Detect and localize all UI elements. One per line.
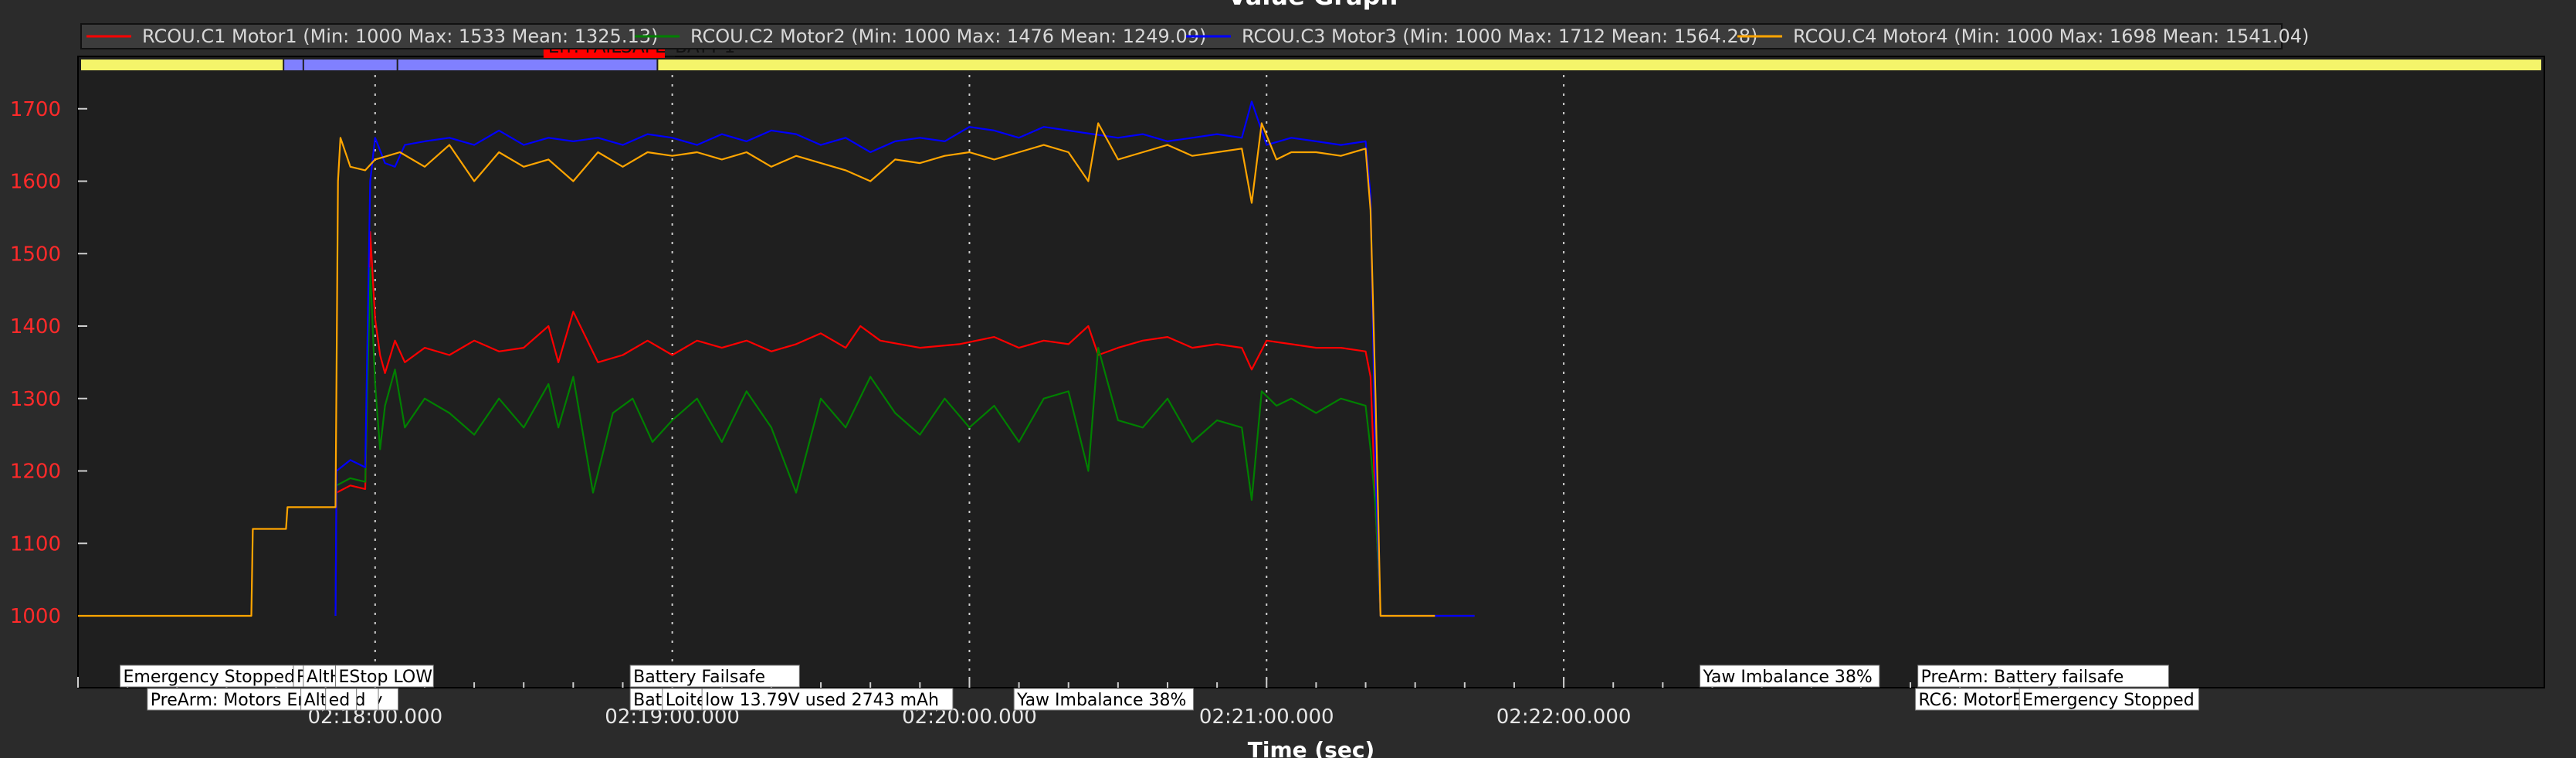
x-tick-label: 02:22:00.000 xyxy=(1496,705,1632,729)
event-label: Yaw Imbalance 38% xyxy=(1702,668,1872,687)
legend-item-motor4: RCOU.C4 Motor4 (Min: 1000 Max: 1698 Mean… xyxy=(1793,25,2309,47)
y-tick-label: 1500 xyxy=(10,243,61,266)
event-label: Battery Failsafe xyxy=(633,668,765,687)
event-label: Emergency Stopped xyxy=(2022,691,2195,710)
y-tick-label: 1300 xyxy=(10,388,61,411)
event-label: PreArm: Battery failsafe xyxy=(1921,668,2124,687)
legend-item-motor1: RCOU.C1 Motor1 (Min: 1000 Max: 1533 Mean… xyxy=(142,25,658,47)
y-tick-label: 1600 xyxy=(10,171,61,194)
mode-segment-blue xyxy=(283,59,658,70)
x-axis-title: Time (sec) xyxy=(1248,737,1374,758)
y-tick-label: 1400 xyxy=(10,315,61,338)
event-label: Yaw Imbalance 38% xyxy=(1016,691,1186,710)
window-title: Value Graph xyxy=(1228,0,1398,11)
event-label: low 13.79V used 2743 mAh xyxy=(705,691,939,710)
event-label: ed xyxy=(329,691,351,710)
y-tick-label: 1200 xyxy=(10,461,61,484)
legend-item-motor3: RCOU.C3 Motor3 (Min: 1000 Max: 1712 Mean… xyxy=(1242,25,1757,47)
y-tick-label: 1100 xyxy=(10,532,61,556)
y-tick-label: 1000 xyxy=(10,605,61,628)
plot-area xyxy=(77,56,2545,688)
legend-item-motor2: RCOU.C2 Motor2 (Min: 1000 Max: 1476 Mean… xyxy=(690,25,1206,47)
event-label: EStop LOW xyxy=(339,668,433,687)
chart: Value Graph Err: FAILSAFE_BATT-1 1000110… xyxy=(0,0,2576,758)
event-label: Emergency Stopped xyxy=(124,668,296,687)
y-tick-label: 1700 xyxy=(10,98,61,121)
x-tick-label: 02:21:00.000 xyxy=(1199,705,1334,729)
legend[interactable]: RCOU.C1 Motor1 (Min: 1000 Max: 1533 Mean… xyxy=(80,23,2309,49)
